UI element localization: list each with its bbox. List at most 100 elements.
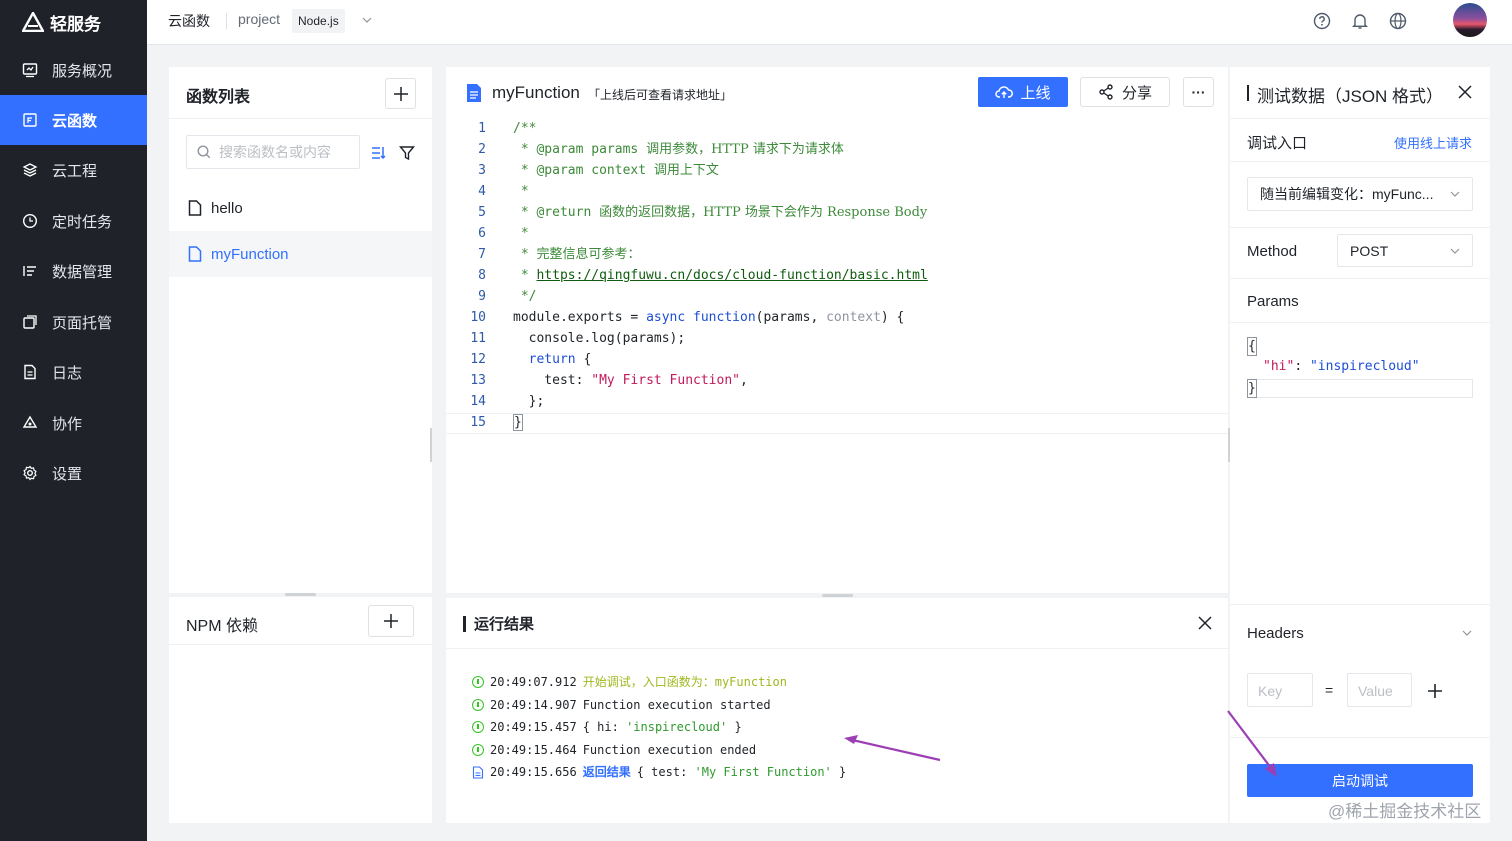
code-token: module.exports = (513, 310, 647, 325)
unused-param: context (826, 310, 881, 325)
close-icon[interactable] (1198, 616, 1212, 630)
sidebar-item-scheduled-tasks[interactable]: 定时任务 (0, 196, 147, 246)
sidebar-item-page-hosting[interactable]: 页面托管 (0, 297, 147, 347)
comment: * (513, 268, 537, 283)
add-dependency-button[interactable] (368, 605, 414, 637)
document-icon (467, 84, 481, 102)
watermark: @稀土掘金技术社区 (1328, 802, 1482, 821)
collab-icon (22, 415, 38, 428)
panel-title: 运行结果 (474, 616, 535, 633)
window-icon (23, 315, 37, 329)
deploy-label: 上线 (1020, 84, 1051, 102)
result-doc-icon (472, 765, 484, 779)
chevron-down-icon[interactable] (1462, 628, 1472, 638)
sidebar-item-label: 云工程 (52, 162, 98, 180)
sidebar-item-logs[interactable]: 日志 (0, 347, 147, 397)
deploy-button[interactable]: 上线 (978, 77, 1068, 107)
comment: 调用参数，HTTP 请求下为请求体 (646, 142, 844, 157)
resize-handle[interactable] (285, 593, 316, 596)
json-brace: } (1247, 379, 1257, 398)
code-token: ) { (880, 310, 905, 325)
resize-handle[interactable] (430, 428, 432, 462)
function-name: hello (211, 199, 243, 217)
code-editor[interactable]: 1 2 3 4 5 6 7 8 9 10 11 12 13 14 15 /** … (446, 118, 1228, 434)
list-item[interactable]: hello (169, 185, 432, 231)
log-text: 开始调试，入口函数为： (582, 675, 715, 689)
breadcrumb[interactable]: 云函数 (168, 11, 210, 31)
log-time: 20:49:15.656 (490, 765, 577, 779)
comment: 函数的返回数据，HTTP 场景下会作为 Response Body (599, 205, 928, 220)
share-label: 分享 (1121, 84, 1152, 102)
project-name[interactable]: project (238, 11, 280, 27)
header-key-input[interactable]: Key (1247, 673, 1313, 707)
comment: 调用上下文 (653, 163, 719, 178)
sidebar-item-label: 协作 (52, 415, 83, 433)
line-number: 13 (470, 373, 486, 388)
list-item-selected[interactable]: myFunction (169, 231, 432, 277)
cloud-upload-icon (995, 86, 1014, 98)
title-accent (1247, 85, 1249, 101)
json-value: "inspirecloud" (1309, 359, 1420, 374)
results-panel: 运行结果 20:49:07.912 开始调试，入口函数为： myFunction 2… (446, 598, 1228, 823)
log-icon (24, 364, 36, 380)
filter-icon[interactable] (399, 145, 415, 161)
code-line: /** (513, 118, 536, 139)
sort-icon[interactable] (371, 145, 387, 161)
divider (1230, 227, 1490, 228)
add-function-button[interactable] (385, 78, 416, 109)
chevron-down-icon[interactable] (361, 14, 373, 26)
file-icon (188, 200, 202, 216)
code-line: * @return 函数的返回数据，HTTP 场景下会作为 Response B… (513, 202, 927, 223)
method-select[interactable]: POST (1337, 234, 1473, 267)
keyword: return (528, 352, 576, 367)
entry-select-value: 随当前编辑变化：myFunc... (1260, 186, 1434, 202)
comment: * (513, 226, 529, 241)
comment: */ (513, 289, 537, 304)
runtime-badge[interactable]: Node.js (292, 9, 345, 33)
code-line: module.exports = async function(params, … (513, 307, 904, 328)
sidebar-item-label: 页面托管 (52, 314, 113, 332)
line-number: 9 (478, 289, 486, 304)
bell-icon[interactable] (1351, 12, 1369, 30)
plus-icon (384, 614, 398, 628)
divider (1230, 322, 1490, 323)
log-line: 20:49:15.457 { hi: 'inspirecloud' } (472, 716, 742, 738)
sidebar-item-overview[interactable]: 服务概况 (0, 45, 147, 95)
docs-link[interactable]: https://qingfuwu.cn/docs/cloud-function/… (536, 268, 927, 283)
sidebar-item-cloud-project[interactable]: 云工程 (0, 145, 147, 195)
header-value-input[interactable]: Value (1347, 673, 1412, 707)
code-token: (params, (755, 310, 827, 325)
sidebar-item-data-management[interactable]: 数据管理 (0, 246, 147, 296)
sidebar-item-cloud-function[interactable]: 云函数 (0, 95, 147, 145)
params-json-editor[interactable]: { "hi": "inspirecloud" } (1247, 337, 1473, 399)
comment: * @param context (513, 163, 654, 178)
close-icon[interactable] (1458, 85, 1472, 99)
entry-select[interactable]: 随当前编辑变化：myFunc... (1247, 177, 1473, 211)
sidebar-item-collaboration[interactable]: 协作 (0, 398, 147, 448)
resize-handle[interactable] (822, 594, 853, 597)
equals-sign: = (1325, 682, 1334, 698)
code-line: * @param params 调用参数，HTTP 请求下为请求体 (513, 139, 844, 160)
log-text: { hi: (582, 720, 627, 734)
line-number: 10 (470, 310, 486, 325)
line-number: 3 (478, 163, 486, 178)
headers-label[interactable]: Headers (1247, 625, 1304, 642)
share-button[interactable]: 分享 (1080, 77, 1170, 107)
use-online-request-link[interactable]: 使用线上请求 (1394, 133, 1472, 152)
globe-icon[interactable] (1389, 12, 1407, 30)
more-button[interactable]: ··· (1183, 77, 1214, 107)
divider (446, 648, 1228, 649)
line-number: 15 (470, 415, 486, 430)
params-label: Params (1247, 293, 1299, 310)
search-input[interactable]: 搜索函数名或内容 (186, 135, 360, 169)
sidebar-item-settings[interactable]: 设置 (0, 448, 147, 498)
line-number: 8 (478, 268, 486, 283)
log-string: 'inspirecloud' (626, 720, 728, 734)
avatar[interactable] (1453, 3, 1487, 37)
help-icon[interactable] (1313, 12, 1331, 30)
app-logo[interactable]: 轻服务 (0, 0, 147, 44)
json-key: "hi" (1263, 359, 1295, 374)
add-header-icon[interactable] (1427, 683, 1443, 699)
code-line: test: "My First Function", (513, 370, 748, 391)
